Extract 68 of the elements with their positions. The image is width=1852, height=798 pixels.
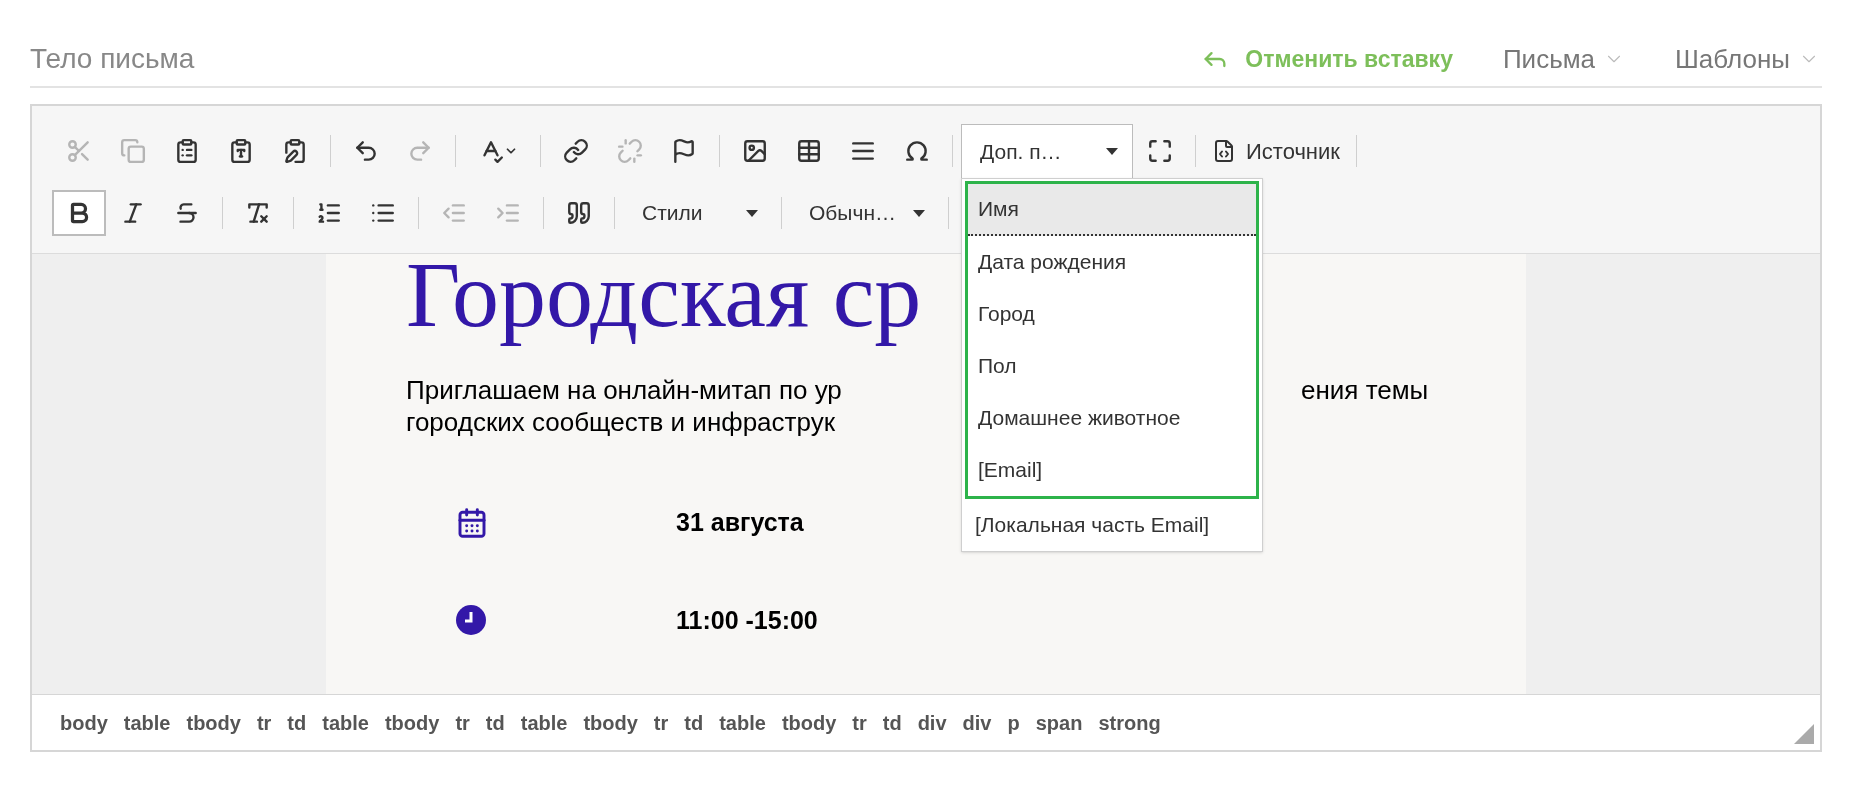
caret-icon <box>1106 148 1118 155</box>
undo-icon <box>353 138 379 164</box>
caret-icon <box>746 209 758 217</box>
path-element[interactable]: tbody <box>575 707 646 738</box>
unlink-icon <box>617 138 643 164</box>
path-element[interactable]: span <box>1027 707 1091 738</box>
quote-icon <box>566 200 592 226</box>
paragraph-text: ения темы <box>1301 374 1429 407</box>
dropdown-item[interactable]: [Локальная часть Email] <box>965 499 1259 551</box>
numbered-list-icon <box>316 200 342 226</box>
path-element[interactable]: tbody <box>178 707 249 738</box>
dropdown-item[interactable]: Домашнее животное <box>968 392 1256 444</box>
link-icon <box>563 138 589 164</box>
dropdown-item[interactable]: Пол <box>968 340 1256 392</box>
paragraph-text: Приглашаем на онлайн-митап по ур <box>406 374 843 407</box>
paragraph-text: городских сообществ и инфраструк <box>406 406 835 439</box>
paste-word-icon <box>282 138 308 164</box>
path-element[interactable]: table <box>512 707 576 738</box>
paste-text-icon <box>228 138 254 164</box>
strikethrough-icon <box>174 200 200 226</box>
caret-icon <box>913 209 925 217</box>
image-icon <box>742 138 768 164</box>
paste-icon <box>174 138 200 164</box>
dropdown-item[interactable]: Дата рождения <box>968 236 1256 288</box>
cut-icon <box>66 138 92 164</box>
path-element[interactable]: strong <box>1090 707 1169 738</box>
path-element[interactable]: tr <box>844 707 875 738</box>
path-element[interactable]: tr <box>248 707 280 738</box>
maximize-icon <box>1147 138 1173 164</box>
path-element[interactable]: td <box>676 707 712 738</box>
menu-dropdown[interactable]: Шаблоны <box>1675 39 1820 79</box>
dropdown-item[interactable]: Имя <box>968 184 1256 236</box>
menu-dropdown[interactable]: Письма <box>1502 39 1625 79</box>
dropdown-item[interactable]: [Email] <box>968 444 1256 496</box>
path-element[interactable]: div <box>954 707 1000 738</box>
heading: Городская ср <box>406 254 922 348</box>
path-element[interactable]: td <box>279 707 315 738</box>
table-icon <box>796 138 822 164</box>
copy-icon <box>120 138 146 164</box>
clock-icon <box>456 605 486 636</box>
path-element[interactable]: td <box>874 707 910 738</box>
path-element[interactable]: table <box>115 707 179 738</box>
path-element[interactable]: td <box>477 707 513 738</box>
calendar-icon <box>456 506 488 539</box>
section-title: Тело письма <box>30 42 195 76</box>
path-element[interactable]: div <box>909 707 955 738</box>
path-element[interactable]: body <box>52 707 116 738</box>
path-element[interactable]: table <box>314 707 377 738</box>
path-element[interactable]: table <box>711 707 774 738</box>
combo-box[interactable]: Доп. п… <box>961 124 1133 178</box>
path-element[interactable]: tbody <box>376 707 448 738</box>
clear-format-icon <box>245 200 271 226</box>
source-icon <box>1212 139 1236 163</box>
bold-button[interactable] <box>52 190 106 236</box>
omega-icon <box>904 138 930 164</box>
detail-text: 11:00 -15:00 <box>676 604 818 636</box>
detail-text: 31 августа <box>676 507 804 539</box>
combo-box[interactable]: Стили <box>623 186 773 240</box>
resize-handle-icon <box>1794 724 1814 744</box>
path-element[interactable]: tbody <box>773 707 845 738</box>
path-element[interactable]: tr <box>645 707 677 738</box>
flag-icon <box>671 138 697 164</box>
redo-icon <box>407 138 433 164</box>
path-element[interactable]: p <box>999 707 1028 738</box>
source-button[interactable]: Источник <box>1204 128 1348 174</box>
dropdown-item[interactable]: Город <box>968 288 1256 340</box>
combo-box[interactable]: Обычн… <box>790 186 940 240</box>
path-element[interactable]: tr <box>447 707 478 738</box>
